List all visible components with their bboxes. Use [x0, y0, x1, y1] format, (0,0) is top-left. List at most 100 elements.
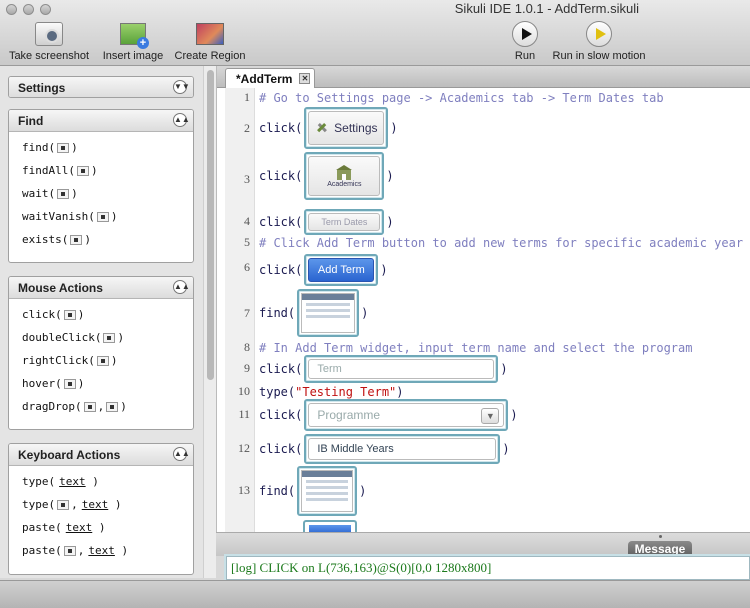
settings-panel: Settings ▼▼: [8, 76, 194, 98]
close-tab-icon[interactable]: ✕: [299, 73, 311, 84]
line-number: 10: [238, 384, 250, 398]
window-title: Sikuli IDE 1.0.1 - AddTerm.sikuli: [454, 1, 639, 16]
take-screenshot-button[interactable]: Take screenshot: [8, 20, 90, 62]
find-panel: Find ▲▲ find() findAll() wait() waitVani…: [8, 109, 194, 263]
hover-command[interactable]: hover(): [22, 372, 193, 395]
create-region-button[interactable]: Create Region: [174, 20, 246, 62]
code-line: find( ): [259, 466, 366, 516]
paste-text-command[interactable]: paste(text ): [22, 516, 193, 539]
line-number: 3: [244, 172, 250, 186]
wait-command[interactable]: wait(): [22, 182, 193, 205]
image-placeholder-icon: [83, 401, 96, 412]
findall-command[interactable]: findAll(): [22, 159, 193, 182]
message-log: [log] CLICK on L(736,163)@S(0)[0,0 1280x…: [226, 556, 750, 580]
title-toolbar: Sikuli IDE 1.0.1 - AddTerm.sikuli Take s…: [0, 0, 750, 66]
waitvanish-command[interactable]: waitVanish(): [22, 205, 193, 228]
status-bar: [0, 580, 750, 608]
code-line: find( ): [259, 289, 368, 337]
play-icon: [512, 21, 538, 47]
image-pattern-term-list[interactable]: [297, 466, 358, 516]
code-line: click( Term ): [259, 355, 508, 383]
line-number: 11: [238, 407, 250, 421]
code-area[interactable]: # Go to Settings page -> Academics tab -…: [258, 88, 750, 532]
line-number: 9: [244, 361, 250, 375]
insert-image-button[interactable]: Insert image: [100, 20, 166, 62]
sidebar-scrollbar[interactable]: [203, 66, 216, 578]
image-pattern-settings[interactable]: Settings: [304, 107, 389, 149]
code-line: click( Term Dates ): [259, 209, 394, 235]
line-number: 13: [238, 483, 250, 497]
click-command[interactable]: click(): [22, 303, 193, 326]
tools-icon: [317, 123, 328, 133]
doubleclick-command[interactable]: doubleClick(): [22, 326, 193, 349]
image-pattern-partial[interactable]: [303, 520, 357, 532]
command-sidebar: Settings ▼▼ Find ▲▲ find() findAll() wai…: [0, 66, 216, 578]
line-number-gutter: 1 2 3 4 5 6 7 8 9 10 11 12 13: [225, 88, 255, 532]
building-icon: [336, 164, 353, 180]
mouse-actions-panel: Mouse Actions ▲▲ click() doubleClick() r…: [8, 276, 194, 430]
run-slow-motion-button[interactable]: Run in slow motion: [552, 20, 646, 62]
settings-panel-header[interactable]: Settings ▼▼: [9, 77, 193, 97]
chevron-up-icon[interactable]: ▲▲: [173, 447, 190, 461]
tab-message[interactable]: Message: [628, 541, 692, 557]
image-placeholder-icon: [96, 211, 109, 222]
image-placeholder-icon: [76, 165, 89, 176]
code-line: click( Add Term ): [259, 252, 388, 288]
image-placeholder-icon: [63, 545, 76, 556]
region-icon: [196, 23, 224, 45]
find-command[interactable]: find(): [22, 136, 193, 159]
paste-image-text-command[interactable]: paste(, text ): [22, 539, 193, 562]
image-placeholder-icon: [70, 234, 83, 245]
chevron-down-icon: ▼: [481, 408, 500, 424]
image-pattern-term-field[interactable]: Term: [304, 355, 499, 383]
code-line: click( Settings ): [259, 106, 398, 150]
image-placeholder-icon: [106, 401, 119, 412]
code-line: click( Programme ▼ ): [259, 399, 518, 431]
line-number: 12: [238, 441, 250, 455]
message-splitter[interactable]: Message: [216, 532, 750, 557]
type-image-text-command[interactable]: type(, text ): [22, 493, 193, 516]
code-editor: *AddTerm ✕ 1 2 3 4 5 6 7 8 9 10 11 12 13…: [216, 66, 750, 532]
exists-command[interactable]: exists(): [22, 228, 193, 251]
find-panel-header[interactable]: Find ▲▲: [9, 110, 193, 132]
type-text-command[interactable]: type(text ): [22, 470, 193, 493]
code-line: click( Academics ): [259, 152, 394, 200]
image-placeholder-icon: [96, 355, 109, 366]
chevron-up-icon[interactable]: ▲▲: [173, 113, 190, 127]
drag-handle-icon[interactable]: [659, 535, 662, 538]
line-number: 4: [244, 214, 250, 228]
slow-play-icon: [586, 21, 612, 47]
run-button[interactable]: Run: [505, 20, 545, 62]
tab-addterm[interactable]: *AddTerm ✕: [225, 68, 316, 88]
line-number: 7: [244, 306, 250, 320]
image-pattern-add-term[interactable]: Add Term: [304, 254, 379, 286]
code-comment: # In Add Term widget, input term name an…: [259, 341, 693, 355]
image-placeholder-icon: [57, 142, 70, 153]
line-number: 5: [244, 235, 250, 249]
line-number: 6: [244, 260, 250, 274]
image-placeholder-icon: [57, 499, 70, 510]
image-pattern-ib-middle-years[interactable]: IB Middle Years: [304, 434, 501, 464]
image-placeholder-icon: [103, 332, 116, 343]
code-comment: # Go to Settings page -> Academics tab -…: [259, 91, 664, 105]
image-pattern-academics[interactable]: Academics: [304, 152, 385, 200]
image-pattern-widget[interactable]: [297, 289, 360, 337]
line-number: 8: [244, 340, 250, 354]
dragdrop-command[interactable]: dragDrop(,): [22, 395, 193, 418]
keyboard-actions-header[interactable]: Keyboard Actions ▲▲: [9, 444, 193, 466]
line-number: 1: [244, 90, 250, 104]
image-placeholder-icon: [63, 309, 76, 320]
chevron-down-icon[interactable]: ▼▼: [173, 80, 190, 94]
image-pattern-term-dates[interactable]: Term Dates: [304, 209, 385, 235]
line-number: 2: [244, 121, 250, 135]
code-line: type("Testing Term"): [259, 385, 404, 399]
image-placeholder-icon: [57, 188, 70, 199]
code-line: click( IB Middle Years ): [259, 434, 510, 464]
code-comment: # Click Add Term button to add new terms…: [259, 236, 744, 250]
camera-icon: [35, 22, 63, 46]
image-pattern-programme[interactable]: Programme ▼: [304, 399, 509, 431]
mouse-actions-header[interactable]: Mouse Actions ▲▲: [9, 277, 193, 299]
chevron-up-icon[interactable]: ▲▲: [173, 280, 190, 294]
editor-tabbar: *AddTerm ✕: [217, 66, 750, 88]
rightclick-command[interactable]: rightClick(): [22, 349, 193, 372]
